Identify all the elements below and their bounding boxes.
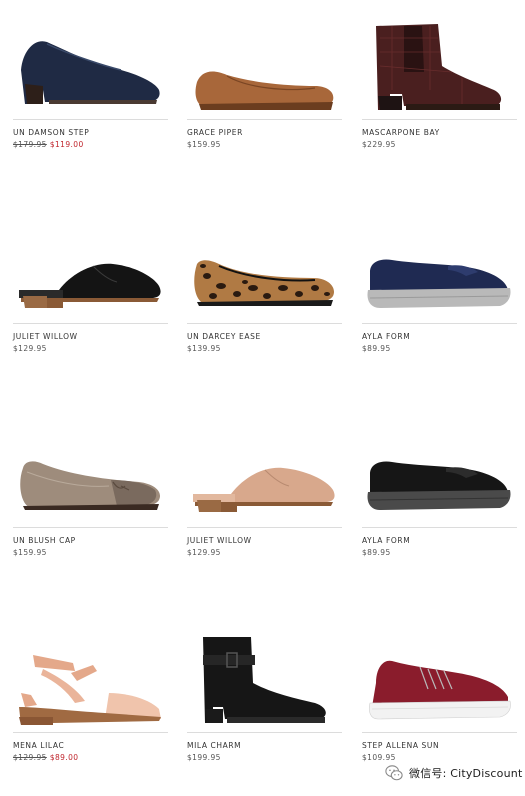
product-price: $129.95 $89.00 [13,753,78,762]
metallic-cap-toe-flat-icon[interactable] [13,428,175,543]
leopard-flat-icon[interactable] [187,224,349,339]
wechat-icon [385,765,403,781]
card-divider [187,119,342,120]
card-divider [187,323,342,324]
product-price: $229.95 [362,140,396,149]
product-price: $109.95 [362,753,396,762]
product-name[interactable]: STEP ALLENA SUN [362,741,439,750]
card-divider [187,527,342,528]
card-divider [13,527,168,528]
product-price: $199.95 [187,753,221,762]
card-divider [362,119,517,120]
product-name[interactable]: JULIET WILLOW [13,332,78,341]
card-divider [13,323,168,324]
navy-heel-pump-icon[interactable] [13,20,175,135]
watermark-text: 微信号: CityDiscount [409,767,523,780]
sale-price: $89.00 [49,753,79,762]
burgundy-croc-ankle-boot-icon[interactable] [362,20,524,135]
original-price: $129.95 [13,753,47,762]
product-price: $159.95 [13,548,47,557]
product-price: $129.95 [13,344,47,353]
card-divider [187,732,342,733]
blush-mule-icon[interactable] [187,428,349,543]
product-name[interactable]: AYLA FORM [362,536,410,545]
product-price: $159.95 [187,140,221,149]
black-ankle-boot-icon[interactable] [187,633,349,748]
tan-ballet-flat-icon[interactable] [187,20,349,135]
product-name[interactable]: UN BLUSH CAP [13,536,76,545]
peach-wedge-sandal-icon[interactable] [13,633,175,748]
original-price: $179.95 [13,140,47,149]
product-name[interactable]: MASCARPONE BAY [362,128,440,137]
product-price: $129.95 [187,548,221,557]
product-price: $179.95 $119.00 [13,140,84,149]
product-name[interactable]: GRACE PIPER [187,128,243,137]
product-name[interactable]: UN DAMSON STEP [13,128,89,137]
card-divider [362,527,517,528]
black-loafer-icon[interactable] [362,428,524,543]
sale-price: $119.00 [49,140,84,149]
product-name[interactable]: MENA LILAC [13,741,64,750]
product-price: $89.95 [362,548,391,557]
product-grid: UN DAMSON STEP $179.95 $119.00 GRACE PIPE… [0,0,525,796]
black-mule-icon[interactable] [13,224,175,339]
red-knit-sneaker-icon[interactable] [362,633,524,748]
wechat-watermark: 微信号: CityDiscount [385,762,522,784]
card-divider [13,732,168,733]
product-price: $89.95 [362,344,391,353]
product-name[interactable]: MILA CHARM [187,741,241,750]
product-name[interactable]: AYLA FORM [362,332,410,341]
product-name[interactable]: UN DARCEY EASE [187,332,261,341]
navy-loafer-icon[interactable] [362,224,524,339]
product-name[interactable]: JULIET WILLOW [187,536,252,545]
product-price: $139.95 [187,344,221,353]
card-divider [13,119,168,120]
card-divider [362,732,517,733]
card-divider [362,323,517,324]
